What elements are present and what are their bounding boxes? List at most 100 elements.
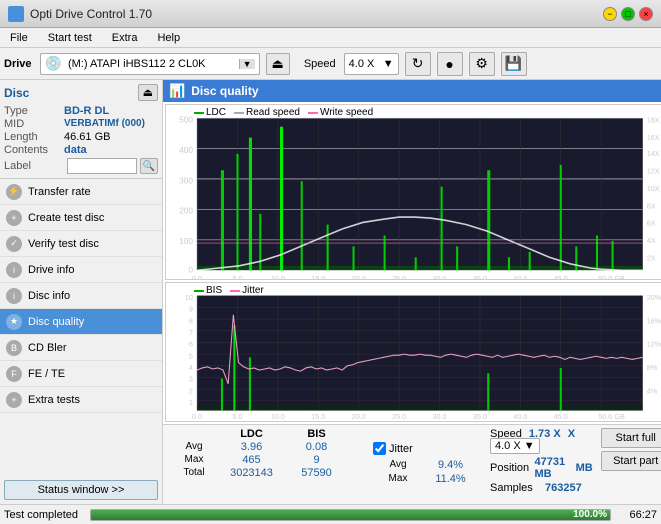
svg-text:0: 0: [188, 264, 193, 274]
menu-extra[interactable]: Extra: [106, 31, 144, 45]
transfer-rate-icon: ⚡: [6, 184, 22, 200]
sidebar-item-disc-quality[interactable]: ★ Disc quality: [0, 309, 162, 335]
svg-text:15.0: 15.0: [311, 412, 325, 421]
stats-max-label: Max: [169, 454, 219, 466]
menu-help[interactable]: Help: [151, 31, 186, 45]
status-window-button[interactable]: Status window >>: [4, 480, 158, 500]
save-button[interactable]: 💾: [501, 52, 527, 76]
svg-text:50.0 GB: 50.0 GB: [598, 412, 625, 421]
tools-button[interactable]: ⚙: [469, 52, 495, 76]
stats-avg-row: Avg 3.96 0.08: [169, 441, 365, 453]
jitter-max-label: Max: [373, 473, 423, 485]
svg-text:15.0: 15.0: [311, 274, 325, 279]
svg-text:5.0: 5.0: [232, 274, 242, 279]
svg-text:4X: 4X: [647, 236, 656, 245]
disc-eject-button[interactable]: ⏏: [138, 84, 158, 101]
svg-text:10.0: 10.0: [271, 274, 285, 279]
svg-text:25.0: 25.0: [392, 412, 406, 421]
sidebar-item-drive-info[interactable]: i Drive info: [0, 257, 162, 283]
menu-file[interactable]: File: [4, 31, 34, 45]
refresh-button[interactable]: ↻: [405, 52, 431, 76]
drive-icon: 💿: [45, 55, 62, 72]
svg-text:100: 100: [179, 236, 193, 246]
drive-info-icon: i: [6, 262, 22, 278]
stats-total-ldc: 3023143: [219, 467, 284, 479]
stats-total-label: Total: [169, 467, 219, 479]
svg-text:500: 500: [179, 114, 193, 124]
speed-dropdown-icon: ▼: [383, 58, 394, 70]
stats-col-ldc: LDC: [219, 428, 284, 440]
svg-text:50.0 GB: 50.0 GB: [598, 274, 625, 279]
start-full-button[interactable]: Start full: [601, 428, 661, 448]
minimize-button[interactable]: −: [603, 7, 617, 21]
legend-jitter-label: Jitter: [242, 285, 264, 296]
legend-write-speed: Write speed: [308, 107, 373, 118]
svg-text:35.0: 35.0: [473, 274, 487, 279]
svg-text:20%: 20%: [647, 293, 661, 302]
toolbar: Drive 💿 (M:) ATAPI iHBS112 2 CL0K ▼ ⏏ Sp…: [0, 48, 661, 80]
speed-select[interactable]: 4.0 X ▼: [490, 438, 540, 454]
top-chart-svg: 500 400 300 200 100 0 18X 16X 14X 12X 10…: [166, 105, 661, 279]
jitter-avg-row: Avg 9.4%: [373, 459, 478, 471]
svg-text:2: 2: [189, 386, 193, 395]
stats-col-spacer: [349, 428, 365, 440]
position-unit: MB: [576, 462, 593, 474]
svg-text:8%: 8%: [647, 363, 658, 372]
action-buttons: Start full Start part: [601, 428, 661, 471]
svg-text:300: 300: [179, 175, 193, 185]
start-part-button[interactable]: Start part: [601, 451, 661, 471]
disc-type-label: Type: [4, 105, 64, 117]
label-search-button[interactable]: 🔍: [140, 158, 158, 174]
sidebar-item-fe-te[interactable]: F FE / TE: [0, 361, 162, 387]
menu-start-test[interactable]: Start test: [42, 31, 98, 45]
sidebar-item-create-test-disc[interactable]: + Create test disc: [0, 205, 162, 231]
sidebar-item-extra-tests[interactable]: + Extra tests: [0, 387, 162, 413]
jitter-checkbox[interactable]: [373, 442, 386, 455]
stats-avg-label: Avg: [169, 441, 219, 453]
svg-text:10: 10: [185, 293, 193, 302]
sidebar-item-cd-bler[interactable]: B CD Bler: [0, 335, 162, 361]
stats-avg-ldc: 3.96: [219, 441, 284, 453]
jitter-row: Jitter: [373, 442, 478, 455]
sidebar-item-transfer-rate[interactable]: ⚡ Transfer rate: [0, 179, 162, 205]
eject-button[interactable]: ⏏: [266, 53, 290, 75]
disc-quality-icon: ★: [6, 314, 22, 330]
bottom-chart-svg: 10 9 8 7 6 5 4 3 2 1 20% 16% 12% 8% 4%: [166, 283, 661, 421]
drive-selector[interactable]: 💿 (M:) ATAPI iHBS112 2 CL0K ▼: [40, 53, 260, 75]
sidebar-item-verify-test-disc[interactable]: ✓ Verify test disc: [0, 231, 162, 257]
stats-total-bis: 57590: [284, 467, 349, 479]
disc-mid-value: VERBATIMf (000): [64, 118, 145, 130]
fe-te-icon: F: [6, 366, 22, 382]
close-button[interactable]: ×: [639, 7, 653, 21]
disc-mid-row: MID VERBATIMf (000): [4, 118, 158, 130]
maximize-button[interactable]: □: [621, 7, 635, 21]
legend-bis: BIS: [194, 285, 222, 296]
speed-value: 4.0 X: [349, 58, 375, 70]
create-test-disc-label: Create test disc: [28, 212, 104, 224]
sidebar-item-disc-info[interactable]: i Disc info: [0, 283, 162, 309]
drive-dropdown-button[interactable]: ▼: [239, 59, 255, 69]
speed-label: Speed: [304, 58, 336, 70]
jitter-avg-val: 9.4%: [423, 459, 478, 471]
menu-bar: File Start test Extra Help: [0, 28, 661, 48]
legend-read-speed-label: Read speed: [246, 107, 300, 118]
fe-te-label: FE / TE: [28, 368, 65, 380]
disc-label-row: Label 🔍: [4, 158, 158, 174]
content-area: 📊 Disc quality LDC Read speed: [163, 80, 661, 504]
bottom-chart: BIS Jitter: [165, 282, 661, 422]
speed-info-x: X: [568, 428, 575, 440]
svg-text:0.0: 0.0: [192, 412, 202, 421]
samples-val: 763257: [545, 482, 582, 494]
burn-button[interactable]: ●: [437, 52, 463, 76]
svg-text:5.0: 5.0: [232, 412, 242, 421]
stats-avg-bis: 0.08: [284, 441, 349, 453]
transfer-rate-label: Transfer rate: [28, 186, 91, 198]
disc-label-input[interactable]: [67, 158, 137, 174]
svg-text:400: 400: [179, 145, 193, 155]
disc-header: Disc ⏏: [4, 84, 158, 101]
speed-selector[interactable]: 4.0 X ▼: [344, 53, 399, 75]
svg-text:6X: 6X: [647, 219, 656, 228]
jitter-max-val: 11.4%: [423, 473, 478, 485]
window-controls: − □ ×: [603, 7, 653, 21]
top-chart: LDC Read speed Write speed: [165, 104, 661, 280]
